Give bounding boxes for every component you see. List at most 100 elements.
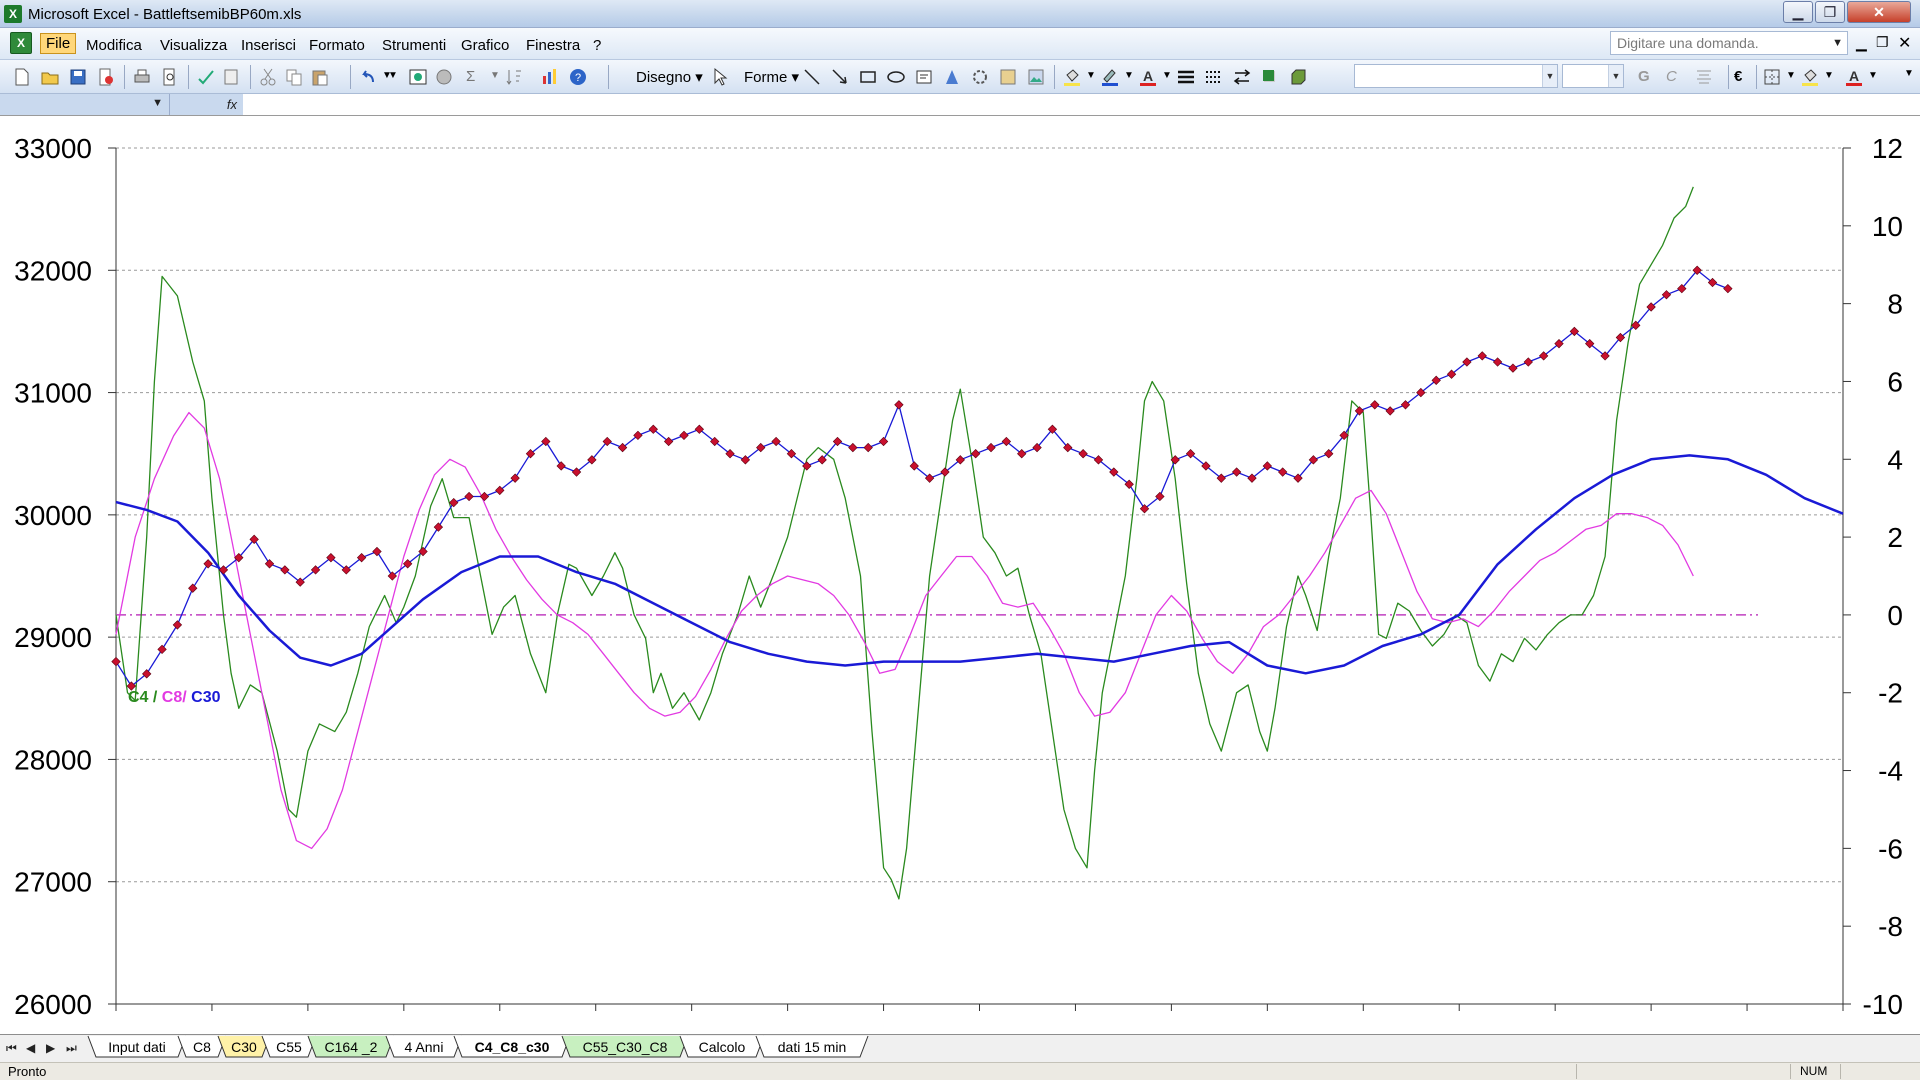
- font-name-combo[interactable]: ▼: [1354, 64, 1558, 88]
- chevron-down-icon[interactable]: ▼: [1608, 65, 1623, 87]
- sort-icon[interactable]: [504, 67, 524, 87]
- new-document-icon[interactable]: [12, 67, 32, 87]
- cut-icon[interactable]: [258, 67, 278, 87]
- series-point: [986, 442, 996, 453]
- sheet-tab[interactable]: Input dati: [87, 1035, 187, 1058]
- clipart-icon[interactable]: [998, 67, 1018, 87]
- rectangle-icon[interactable]: [858, 67, 878, 87]
- currency-button[interactable]: €: [1734, 68, 1742, 85]
- chevron-down-icon[interactable]: ▼: [152, 97, 163, 109]
- chart-area[interactable]: 26000 27000 28000 29000 30000 31000 32000 33000…: [0, 116, 1920, 1034]
- undo-icon[interactable]: [358, 67, 378, 87]
- paste-icon[interactable]: [310, 67, 330, 87]
- minimize-icon[interactable]: ▁: [1783, 1, 1813, 23]
- formula-bar: ▼ fx: [0, 94, 1920, 116]
- 3d-style-icon[interactable]: [1288, 67, 1308, 87]
- dash-style-icon[interactable]: [1204, 67, 1224, 87]
- picture-icon[interactable]: [1026, 67, 1046, 87]
- italic-button[interactable]: C: [1666, 68, 1677, 85]
- left-axis-tick-label: 29000: [14, 622, 92, 653]
- arrow-icon[interactable]: [830, 67, 850, 87]
- name-box[interactable]: ▼: [0, 94, 170, 115]
- line-icon[interactable]: [802, 67, 822, 87]
- wordart-icon[interactable]: [942, 67, 962, 87]
- chart-wizard-icon[interactable]: [540, 67, 560, 87]
- sheet-tab-label: C30: [231, 1039, 257, 1055]
- sheet-tab[interactable]: C55: [261, 1035, 317, 1058]
- sheet-tab[interactable]: C55_C30_C8: [561, 1035, 689, 1058]
- highlight-fill-dropdown-icon[interactable]: ▼: [1824, 70, 1834, 81]
- bold-button[interactable]: G: [1638, 68, 1650, 85]
- textbox-icon[interactable]: [914, 67, 934, 87]
- line-color-dropdown-icon[interactable]: ▼: [1124, 70, 1134, 81]
- menu-file[interactable]: File: [40, 33, 77, 54]
- open-folder-icon[interactable]: [40, 67, 60, 87]
- font-color-dropdown-icon[interactable]: ▼: [1162, 70, 1172, 81]
- menu-help[interactable]: ?: [593, 37, 601, 54]
- research-icon[interactable]: [222, 67, 242, 87]
- fill-color-dropdown-icon[interactable]: ▼: [1086, 70, 1096, 81]
- text-color-dropdown-icon[interactable]: ▼: [1868, 70, 1878, 81]
- fill-color-icon[interactable]: [1062, 67, 1082, 87]
- chevron-down-icon[interactable]: ▼: [1832, 32, 1843, 54]
- toolbar-options-icon[interactable]: ▼: [1904, 68, 1914, 79]
- autosum-icon[interactable]: Σ: [466, 68, 475, 85]
- sheet-tab[interactable]: Calcolo: [679, 1035, 765, 1058]
- sheet-tab[interactable]: C164 _2: [307, 1035, 395, 1058]
- borders-dropdown-icon[interactable]: ▼: [1786, 70, 1796, 81]
- sheet-tab[interactable]: dati 15 min: [755, 1035, 869, 1058]
- menu-finestra[interactable]: Finestra: [526, 37, 580, 54]
- arrow-style-icon[interactable]: [1232, 67, 1252, 87]
- autosum-dropdown-icon[interactable]: ▼: [490, 70, 500, 81]
- menu-strumenti[interactable]: Strumenti: [382, 37, 446, 54]
- draw-menu-button[interactable]: Disegno ▾: [636, 68, 703, 86]
- series-point: [1078, 449, 1088, 459]
- menu-visualizza[interactable]: Visualizza: [160, 37, 227, 54]
- line-color-icon[interactable]: [1100, 67, 1120, 87]
- minimize-workbook-icon[interactable]: ▁: [1856, 35, 1867, 52]
- line-style-icon[interactable]: [1176, 67, 1196, 87]
- save-icon[interactable]: [68, 67, 88, 87]
- highlight-fill-icon[interactable]: [1800, 67, 1820, 87]
- insert-function-button[interactable]: fx: [170, 94, 243, 115]
- borders-icon[interactable]: [1762, 67, 1782, 87]
- sheet-tab[interactable]: C4_C8_c30: [453, 1035, 571, 1058]
- menu-inserisci[interactable]: Inserisci: [241, 37, 296, 54]
- autoshapes-menu-button[interactable]: Forme ▾: [744, 68, 799, 86]
- copy-icon[interactable]: [284, 67, 304, 87]
- oval-icon[interactable]: [886, 67, 906, 87]
- align-icon[interactable]: [1694, 67, 1714, 87]
- sheet-tab[interactable]: C30: [217, 1035, 271, 1058]
- spelling-icon[interactable]: [196, 67, 216, 87]
- diagram-icon[interactable]: [970, 67, 990, 87]
- series-point: [1385, 406, 1395, 416]
- select-objects-icon[interactable]: [710, 67, 730, 87]
- menu-grafico[interactable]: Grafico: [461, 37, 509, 54]
- restore-icon[interactable]: ❐: [1815, 1, 1845, 23]
- series-point: [894, 400, 904, 410]
- help-icon[interactable]: ?: [568, 67, 588, 87]
- close-icon[interactable]: ✕: [1847, 1, 1911, 23]
- print-preview-icon[interactable]: [160, 67, 180, 87]
- right-axis-tick-label: 6: [1887, 366, 1903, 397]
- shadow-style-icon[interactable]: [1260, 67, 1280, 87]
- print-icon[interactable]: [132, 67, 152, 87]
- close-workbook-icon[interactable]: ✕: [1898, 33, 1911, 53]
- hyperlink-icon[interactable]: [408, 67, 428, 87]
- sheet-tab-label: Input dati: [108, 1039, 166, 1055]
- excel-document-icon[interactable]: X: [10, 32, 32, 54]
- permission-icon[interactable]: [96, 67, 116, 87]
- chevron-down-icon[interactable]: ▼: [1542, 65, 1557, 87]
- restore-workbook-icon[interactable]: ❐: [1876, 34, 1889, 51]
- web-icon[interactable]: [434, 67, 454, 87]
- menu-formato[interactable]: Formato: [309, 37, 365, 54]
- menu-modifica[interactable]: Modifica: [86, 37, 142, 54]
- sheet-tab[interactable]: 4 Anni: [385, 1035, 463, 1058]
- help-question-input[interactable]: Digitare una domanda. ▼: [1610, 31, 1848, 55]
- legend-entry: C30: [187, 689, 221, 706]
- font-color-icon[interactable]: A: [1138, 67, 1158, 87]
- right-axis-tick-label: 10: [1872, 211, 1903, 242]
- font-size-combo[interactable]: ▼: [1562, 64, 1624, 88]
- redo-dropdown-icon[interactable]: ▼: [388, 70, 398, 81]
- text-color-icon[interactable]: A: [1844, 67, 1864, 87]
